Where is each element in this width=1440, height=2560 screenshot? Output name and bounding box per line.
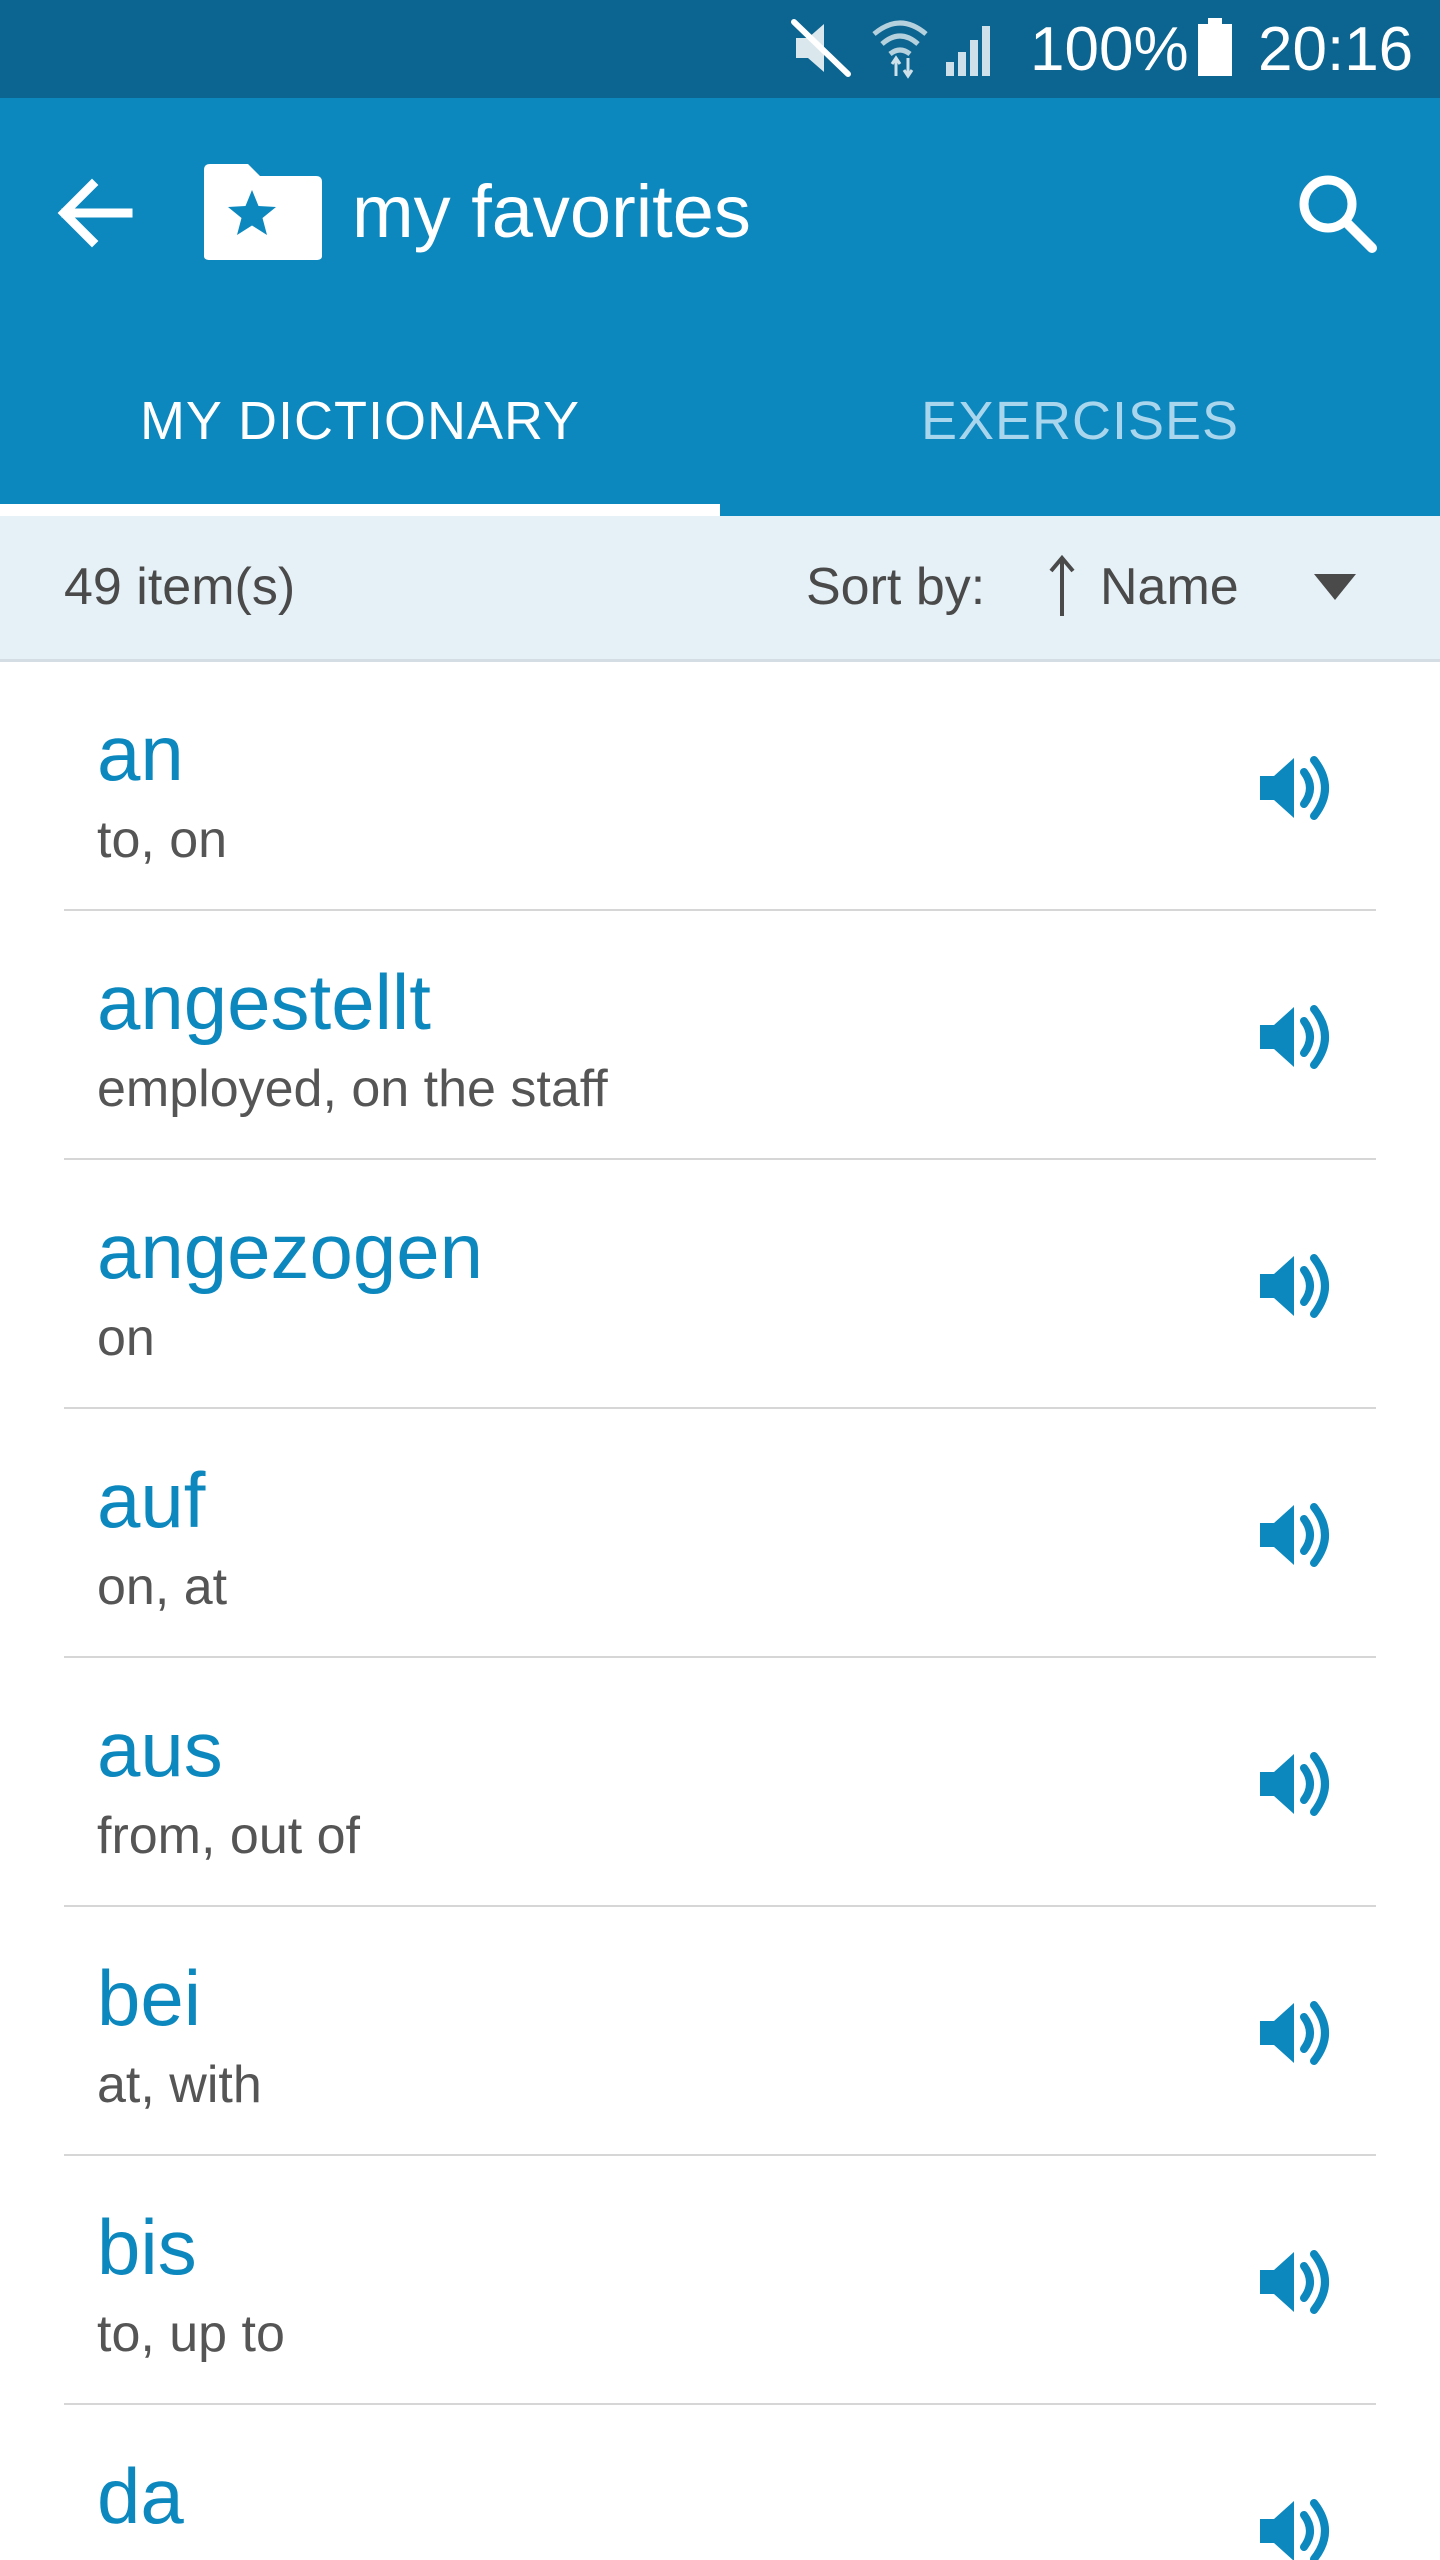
word-meaning: on (97, 1309, 155, 1367)
sort-label: Sort by: (806, 558, 986, 616)
word-text: angestellt (97, 958, 431, 1046)
word-text: aus (97, 1705, 223, 1793)
word-text: angezogen (97, 1207, 484, 1295)
list-item[interactable]: bis to, up to (0, 2156, 1440, 2405)
list-item[interactable]: an to, on (0, 662, 1440, 911)
list-item[interactable]: da (0, 2405, 1440, 2560)
speaker-icon[interactable] (1256, 1246, 1336, 1326)
app-bar: my favorites MY DICTIONARY EXERCISES (0, 98, 1440, 516)
speaker-icon[interactable] (1256, 1993, 1336, 2073)
sort-value[interactable]: Name (1100, 554, 1239, 620)
speaker-icon[interactable] (1256, 1495, 1336, 1575)
speaker-icon[interactable] (1256, 748, 1336, 828)
item-count: 49 item(s) (64, 558, 296, 616)
dropdown-arrow-icon[interactable] (1312, 572, 1358, 602)
sort-ascending-icon[interactable] (1044, 554, 1080, 618)
tab-label: EXERCISES (920, 391, 1240, 451)
word-text: da (97, 2452, 184, 2540)
tab-label: MY DICTIONARY (139, 391, 581, 451)
word-text: an (97, 709, 184, 797)
battery-icon (1198, 18, 1232, 76)
search-icon[interactable] (1292, 168, 1384, 260)
word-text: bei (97, 1954, 202, 2042)
word-list: an to, on angestellt employed, on the st… (0, 662, 1440, 2560)
list-item[interactable]: angestellt employed, on the staff (0, 911, 1440, 1160)
list-item[interactable]: auf on, at (0, 1409, 1440, 1658)
page-title: my favorites (352, 170, 751, 253)
status-bar: 100% 20:16 (0, 0, 1440, 98)
mute-icon (791, 19, 851, 77)
word-meaning: from, out of (97, 1807, 360, 1865)
clock: 20:16 (1258, 15, 1414, 84)
word-meaning: on, at (97, 1558, 228, 1616)
word-meaning: to, on (97, 811, 228, 869)
tab-indicator (0, 504, 720, 516)
word-meaning: to, up to (97, 2305, 285, 2363)
list-item[interactable]: angezogen on (0, 1160, 1440, 1409)
word-meaning: employed, on the staff (97, 1060, 608, 1118)
word-text: bis (97, 2203, 197, 2291)
back-arrow-icon[interactable] (50, 168, 140, 258)
favorites-folder-icon (204, 164, 322, 260)
signal-icon (946, 26, 990, 76)
word-meaning: at, with (97, 2056, 262, 2114)
sort-bar: 49 item(s) Sort by: Name (0, 516, 1440, 662)
speaker-icon[interactable] (1256, 1744, 1336, 1824)
speaker-icon[interactable] (1256, 997, 1336, 1077)
speaker-icon[interactable] (1256, 2491, 1336, 2560)
battery-percentage: 100% (1030, 15, 1189, 84)
tab-my-dictionary[interactable]: MY DICTIONARY (0, 366, 720, 516)
wifi-icon (872, 20, 928, 79)
word-text: auf (97, 1456, 206, 1544)
list-item[interactable]: bei at, with (0, 1907, 1440, 2156)
tab-exercises[interactable]: EXERCISES (720, 366, 1440, 516)
speaker-icon[interactable] (1256, 2242, 1336, 2322)
list-item[interactable]: aus from, out of (0, 1658, 1440, 1907)
